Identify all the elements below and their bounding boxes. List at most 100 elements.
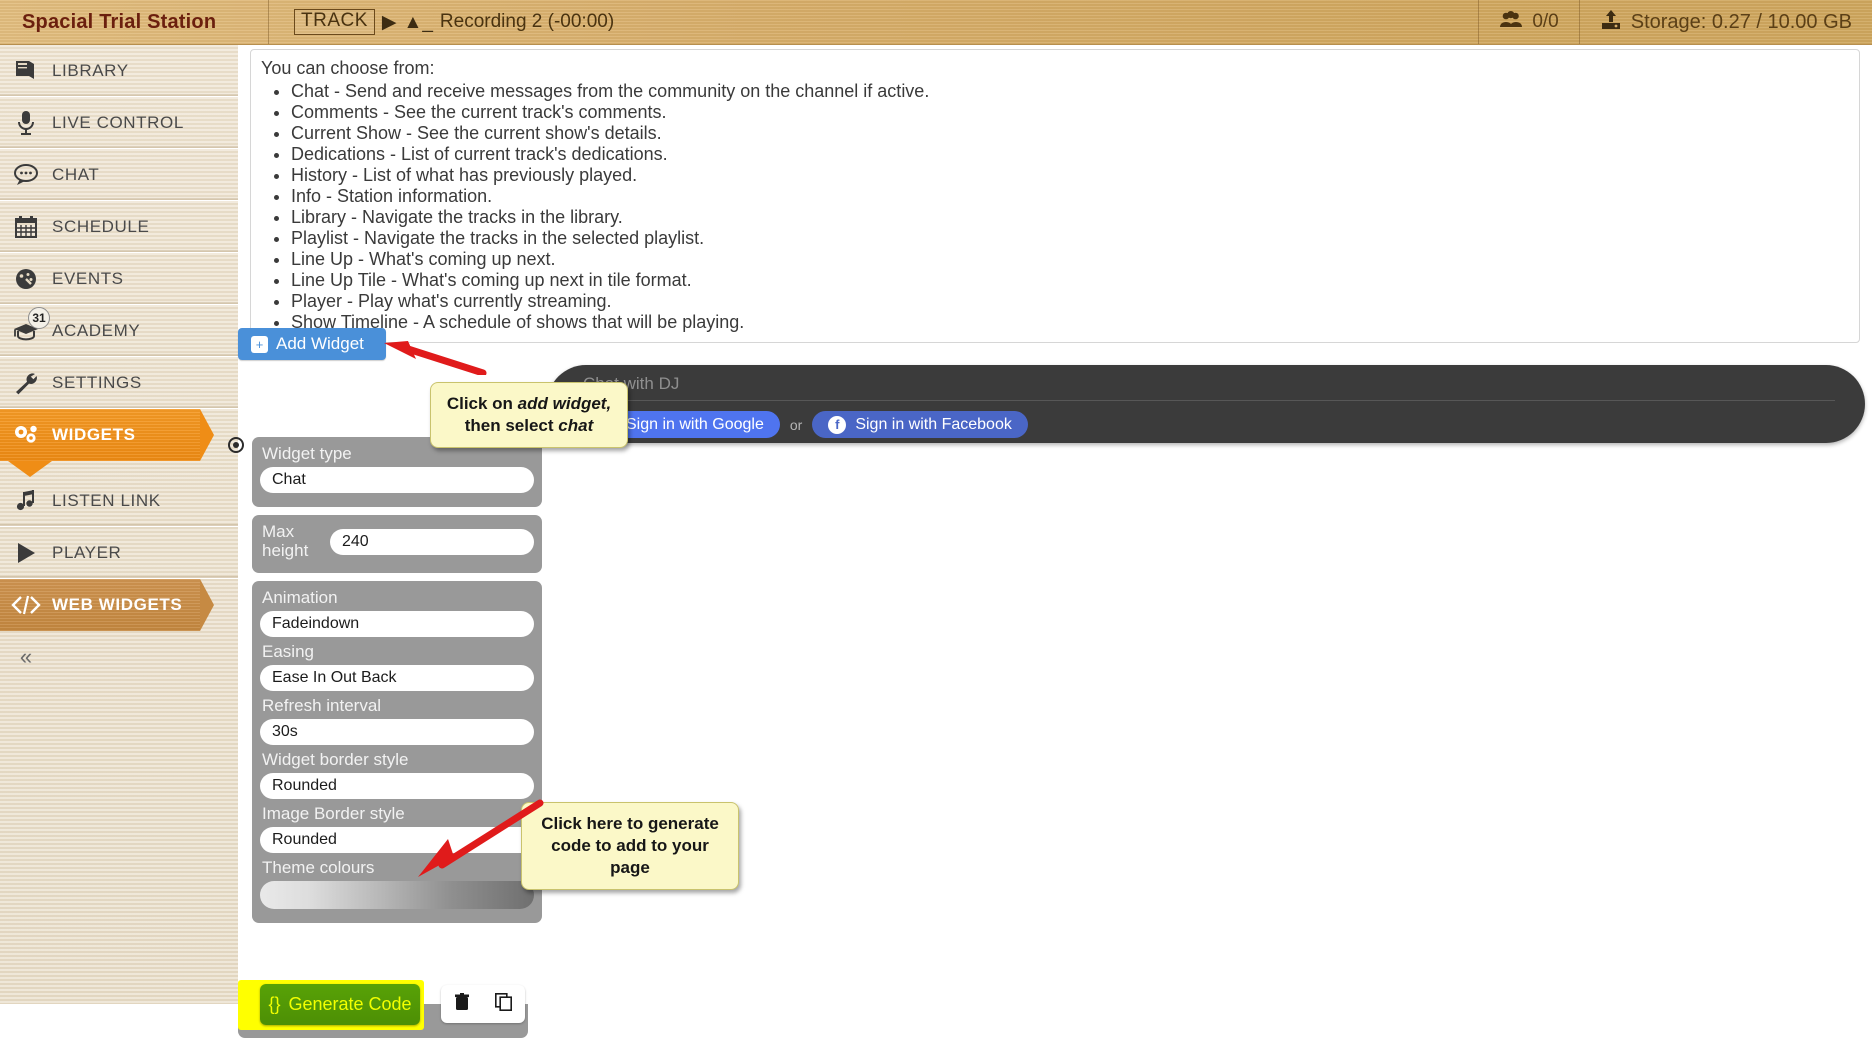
widget-border-style-select[interactable]: Rounded [260,773,534,799]
widget-border-style-label: Widget border style [262,750,409,769]
play-triangle-icon [0,541,52,565]
sidebar-item-listen-link[interactable]: LISTEN LINK [0,475,238,527]
list-item: Info - Station information. [291,187,1859,205]
sidebar-item-label: SCHEDULE [52,216,150,236]
max-height-input[interactable]: 240 [330,529,534,555]
sidebar-item-label: WIDGETS [52,425,136,444]
appearance-group: Animation Fadeindown Easing Ease In Out … [252,581,542,923]
book-icon [0,59,52,83]
max-height-group: Max height 240 [252,515,542,573]
image-border-style-label: Image Border style [262,804,405,823]
animation-label: Animation [262,588,338,607]
widget-type-list: Chat - Send and receive messages from th… [251,82,1859,331]
sidebar-item-label: LIVE CONTROL [52,112,184,132]
list-item: Line Up - What's coming up next. [291,250,1859,268]
listeners-count: 0/0 [1532,11,1559,32]
image-border-style-select[interactable]: Rounded [260,827,534,853]
add-widget-label: Add Widget [276,334,364,353]
list-item: Library - Navigate the tracks in the lib… [291,208,1859,226]
generate-code-row: {} Generate Code [238,976,542,1049]
sidebar-item-label: SETTINGS [52,372,142,392]
chat-signin-row: G Sign in with Google or f Sign in with … [547,401,1865,438]
easing-label: Easing [262,642,314,661]
copy-icon[interactable] [494,992,513,1016]
upload-icon [1600,9,1622,36]
easing-select[interactable]: Ease In Out Back [260,665,534,691]
gauge-icon [0,267,52,291]
tooltip-line-1: Click on add widget, [446,394,612,413]
facebook-f-icon: f [828,415,847,434]
storage-text: Storage: 0.27 / 10.00 GB [1630,10,1852,33]
theme-colours-swatch[interactable] [260,881,534,909]
list-item: Comments - See the current track's comme… [291,103,1859,121]
list-item: Dedications - List of current track's de… [291,145,1859,163]
sidebar-item-label: CHAT [52,164,100,184]
academy-badge: 31 [28,307,50,329]
tooltip-line-2: then select chat [464,416,594,435]
list-item: Line Up Tile - What's coming up next in … [291,271,1859,289]
curly-braces-icon: {} [268,994,281,1014]
plus-square-icon: + [251,335,268,353]
microphone-icon [0,110,52,136]
wrench-icon [0,371,52,395]
sidebar-item-web-widgets[interactable]: WEB WIDGETS [0,579,238,631]
theme-colours-label: Theme colours [262,858,375,877]
sidebar-item-label: EVENTS [52,268,124,288]
widget-info-box: You can choose from: Chat - Send and rec… [250,49,1860,343]
play-icon[interactable]: ▶ [382,13,397,32]
tooltip-generate-code: Click here to generate code to add to yo… [521,802,739,890]
generate-code-label: Generate Code [288,994,412,1014]
sidebar-item-player[interactable]: PLAYER [0,527,238,579]
list-item: Player - Play what's currently streaming… [291,292,1859,310]
music-note-icon [0,489,52,513]
calendar-icon [0,215,52,239]
info-lead: You can choose from: [261,58,435,78]
widget-type-select[interactable]: Chat [260,467,534,493]
tooltip-add-widget: Click on add widget, then select chat [430,382,628,448]
sidebar: LIBRARY LIVE CONTROL CHAT SCHEDULE EVENT… [0,45,238,1004]
refresh-interval-select[interactable]: 30s [260,719,534,745]
chat-bubble-icon [0,163,52,187]
sign-in-with-facebook-button[interactable]: f Sign in with Facebook [812,411,1028,438]
top-bar: Spacial Trial Station TRACK ▶ ▲_ Recordi… [0,0,1872,45]
sidebar-item-academy[interactable]: 31 ACADEMY [0,305,238,357]
code-brackets-icon [0,594,52,616]
track-badge[interactable]: TRACK [294,9,375,35]
list-item: History - List of what has previously pl… [291,166,1859,184]
eject-icon[interactable]: ▲_ [404,13,433,32]
generate-code-button[interactable]: {} Generate Code [260,984,420,1025]
sidebar-item-chat[interactable]: CHAT [0,149,238,201]
listeners-cell: 0/0 [1479,0,1578,45]
list-item: Playlist - Navigate the tracks in the se… [291,229,1859,247]
sidebar-item-label: PLAYER [52,542,122,562]
track-name: Recording 2 (-00:00) [439,11,615,32]
station-title: Spacial Trial Station [22,10,217,33]
main-content: You can choose from: Chat - Send and rec… [228,45,1872,1038]
double-chevron-left-icon[interactable]: « [0,644,52,670]
sidebar-item-library[interactable]: LIBRARY [0,45,238,97]
trash-icon[interactable] [454,992,470,1016]
animation-select[interactable]: Fadeindown [260,611,534,637]
now-playing-group: TRACK ▶ ▲_ Recording 2 (-00:00) [269,9,614,35]
sidebar-item-label: ACADEMY [52,320,141,340]
add-widget-button[interactable]: + Add Widget [238,328,386,360]
sidebar-item-settings[interactable]: SETTINGS [0,357,238,409]
sidebar-item-label: LISTEN LINK [52,490,161,510]
sidebar-item-live-control[interactable]: LIVE CONTROL [0,97,238,149]
sidebar-collapse-row[interactable]: « [0,631,238,683]
max-height-label: Max height [262,522,309,560]
sidebar-item-widgets[interactable]: WIDGETS [0,409,238,477]
google-label: Sign in with Google [626,415,764,433]
sidebar-item-schedule[interactable]: SCHEDULE [0,201,238,253]
list-item: Chat - Send and receive messages from th… [291,82,1859,100]
refresh-interval-label: Refresh interval [262,696,382,715]
sidebar-item-events[interactable]: EVENTS [0,253,238,305]
facebook-label: Sign in with Facebook [855,415,1012,433]
storage-cell: Storage: 0.27 / 10.00 GB [1580,0,1872,45]
chat-preview-title: Chat with DJ [583,374,680,393]
top-bar-right: 0/0 Storage: 0.27 / 10.00 GB [1478,0,1872,45]
widget-settings-panel: Widget type Chat Max height 240 Animatio… [228,437,542,931]
generate-code-tools [441,985,525,1023]
listeners-icon [1499,10,1523,34]
gears-icon [0,423,52,447]
